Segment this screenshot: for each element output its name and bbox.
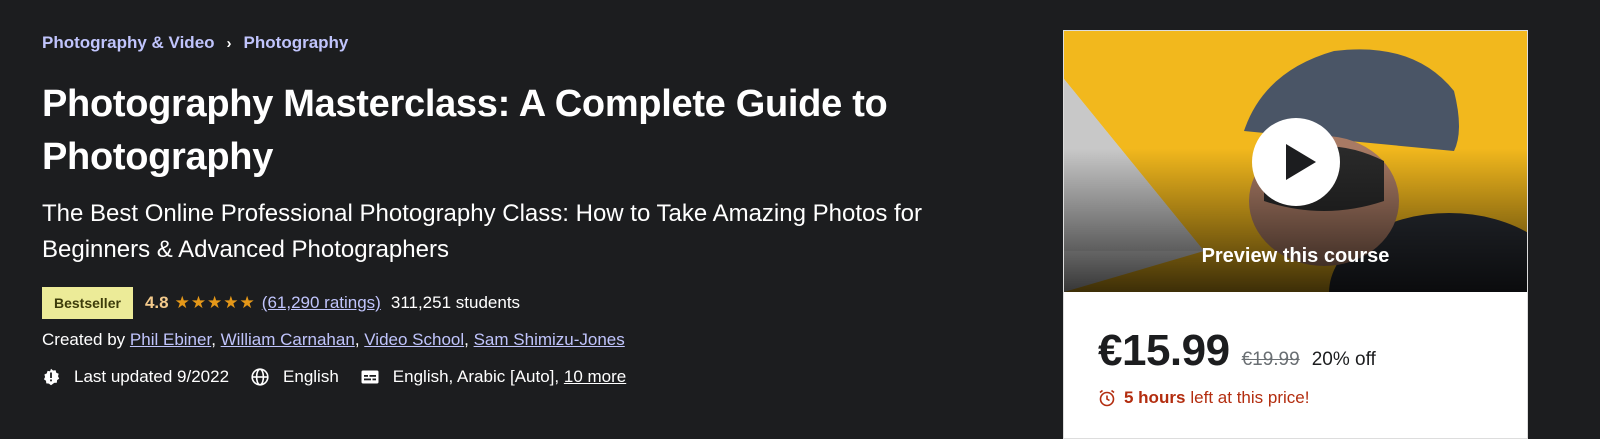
students-count: 311,251 students <box>390 293 521 312</box>
timer-text: left at this price! <box>1190 388 1310 407</box>
breadcrumb-subcategory[interactable]: Photography <box>244 33 349 53</box>
instructor-link[interactable]: Video School <box>364 330 464 349</box>
discount-label: 20% off <box>1311 349 1376 370</box>
preview-label: Preview this course <box>1201 245 1390 267</box>
captions: English, Arabic [Auto], 10 more <box>361 367 626 387</box>
rating-row: Bestseller 4.8 ★★★★★ (61,290 ratings) 31… <box>42 287 520 319</box>
rating-value: 4.8 <box>144 293 169 312</box>
instructor-link[interactable]: Phil Ebiner <box>130 330 211 349</box>
captions-more-link[interactable]: 10 more <box>564 367 626 387</box>
closed-captions-icon <box>361 368 379 386</box>
breadcrumb-category[interactable]: Photography & Video <box>42 33 215 53</box>
captions-text: English, Arabic [Auto], <box>392 367 560 386</box>
star-icon: ★★★★★ <box>174 293 256 312</box>
created-by: Created by Phil Ebiner, William Carnahan… <box>42 330 625 349</box>
alarm-clock-icon <box>1098 389 1116 407</box>
price-timer: 5 hours left at this price! <box>1098 388 1309 408</box>
price-area: €15.99 €19.99 20% off <box>1098 326 1376 376</box>
course-title: Photography Masterclass: A Complete Guid… <box>42 83 888 178</box>
preview-video[interactable]: Preview this course <box>1064 31 1527 292</box>
created-by-label: Created by <box>42 330 126 349</box>
language: English <box>251 367 339 387</box>
breadcrumb: Photography & Video › Photography <box>42 33 348 53</box>
current-price: €15.99 <box>1098 326 1230 375</box>
course-subtitle: The Best Online Professional Photography… <box>42 200 923 263</box>
last-updated-text: Last updated 9/2022 <box>74 367 230 386</box>
bestseller-badge: Bestseller <box>42 287 133 319</box>
ratings-count-link[interactable]: (61,290 ratings) <box>262 293 381 313</box>
course-card: Preview this course €15.99 €19.99 20% of… <box>1063 30 1528 439</box>
globe-icon <box>251 368 269 386</box>
play-icon[interactable] <box>1252 118 1340 206</box>
instructor-link[interactable]: William Carnahan <box>221 330 355 349</box>
language-text: English <box>283 367 339 386</box>
timer-hours: 5 hours <box>1124 388 1186 407</box>
alert-badge-icon <box>42 368 60 386</box>
original-price: €19.99 <box>1241 349 1300 370</box>
last-updated: Last updated 9/2022 <box>42 367 229 387</box>
course-info: Last updated 9/2022 English English, Ara… <box>42 367 648 387</box>
chevron-right-icon: › <box>226 34 232 52</box>
instructor-link[interactable]: Sam Shimizu-Jones <box>474 330 625 349</box>
